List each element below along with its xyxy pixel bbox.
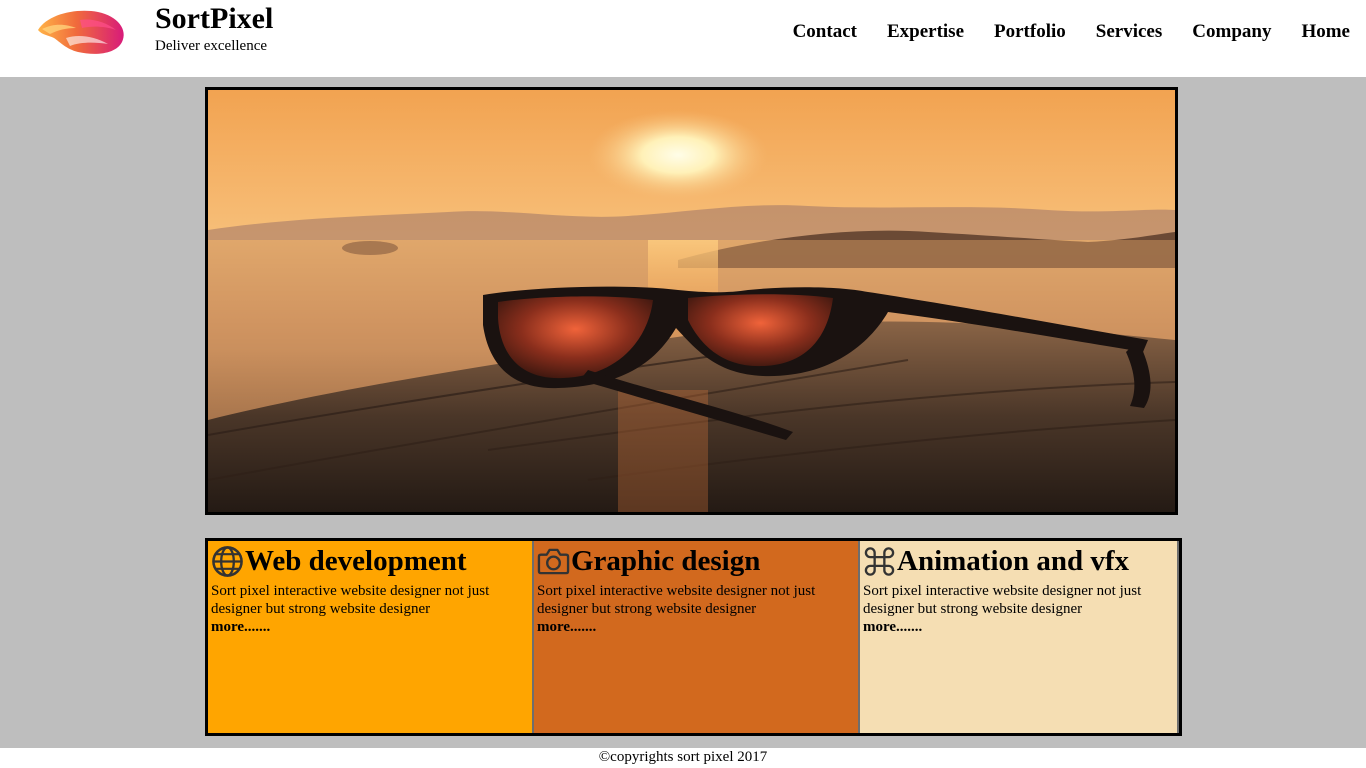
more-link[interactable]: more....... xyxy=(863,618,1174,636)
service-title: Web development xyxy=(245,545,467,577)
brand-name[interactable]: SortPixel xyxy=(155,2,273,36)
nav-expertise[interactable]: Expertise xyxy=(887,20,964,44)
brand-tagline: Deliver excellence xyxy=(155,38,268,54)
service-description: Sort pixel interactive website designer … xyxy=(211,583,490,617)
camera-icon xyxy=(537,548,570,574)
site-header: SortPixel Deliver excellence Contact Exp… xyxy=(0,0,1366,77)
nav-portfolio[interactable]: Portfolio xyxy=(994,20,1066,44)
command-icon xyxy=(864,546,895,576)
more-link[interactable]: more....... xyxy=(211,618,529,636)
hero-banner xyxy=(205,87,1178,515)
nav-services[interactable]: Services xyxy=(1096,20,1162,44)
nav-home[interactable]: Home xyxy=(1301,20,1350,44)
main-nav: Contact Expertise Portfolio Services Com… xyxy=(763,20,1350,44)
nav-company[interactable]: Company xyxy=(1192,20,1271,44)
services-section: Web development Sort pixel interactive w… xyxy=(205,538,1182,736)
copyright-text: ©copyrights sort pixel 2017 xyxy=(598,749,768,765)
service-description: Sort pixel interactive website designer … xyxy=(863,583,1142,617)
service-title: Graphic design xyxy=(571,545,761,577)
more-link[interactable]: more....... xyxy=(537,618,855,636)
nav-contact[interactable]: Contact xyxy=(793,20,857,44)
globe-icon xyxy=(212,545,243,577)
service-description: Sort pixel interactive website designer … xyxy=(537,583,816,617)
sunglasses-sunset-photo xyxy=(208,90,1175,512)
service-card-animation-vfx: Animation and vfx Sort pixel interactive… xyxy=(860,541,1179,733)
service-card-web-development: Web development Sort pixel interactive w… xyxy=(208,541,534,733)
service-card-graphic-design: Graphic design Sort pixel interactive we… xyxy=(534,541,860,733)
service-title: Animation and vfx xyxy=(897,545,1130,577)
sortpixel-logo[interactable] xyxy=(36,8,128,56)
site-footer: ©copyrights sort pixel 2017 xyxy=(0,748,1366,768)
